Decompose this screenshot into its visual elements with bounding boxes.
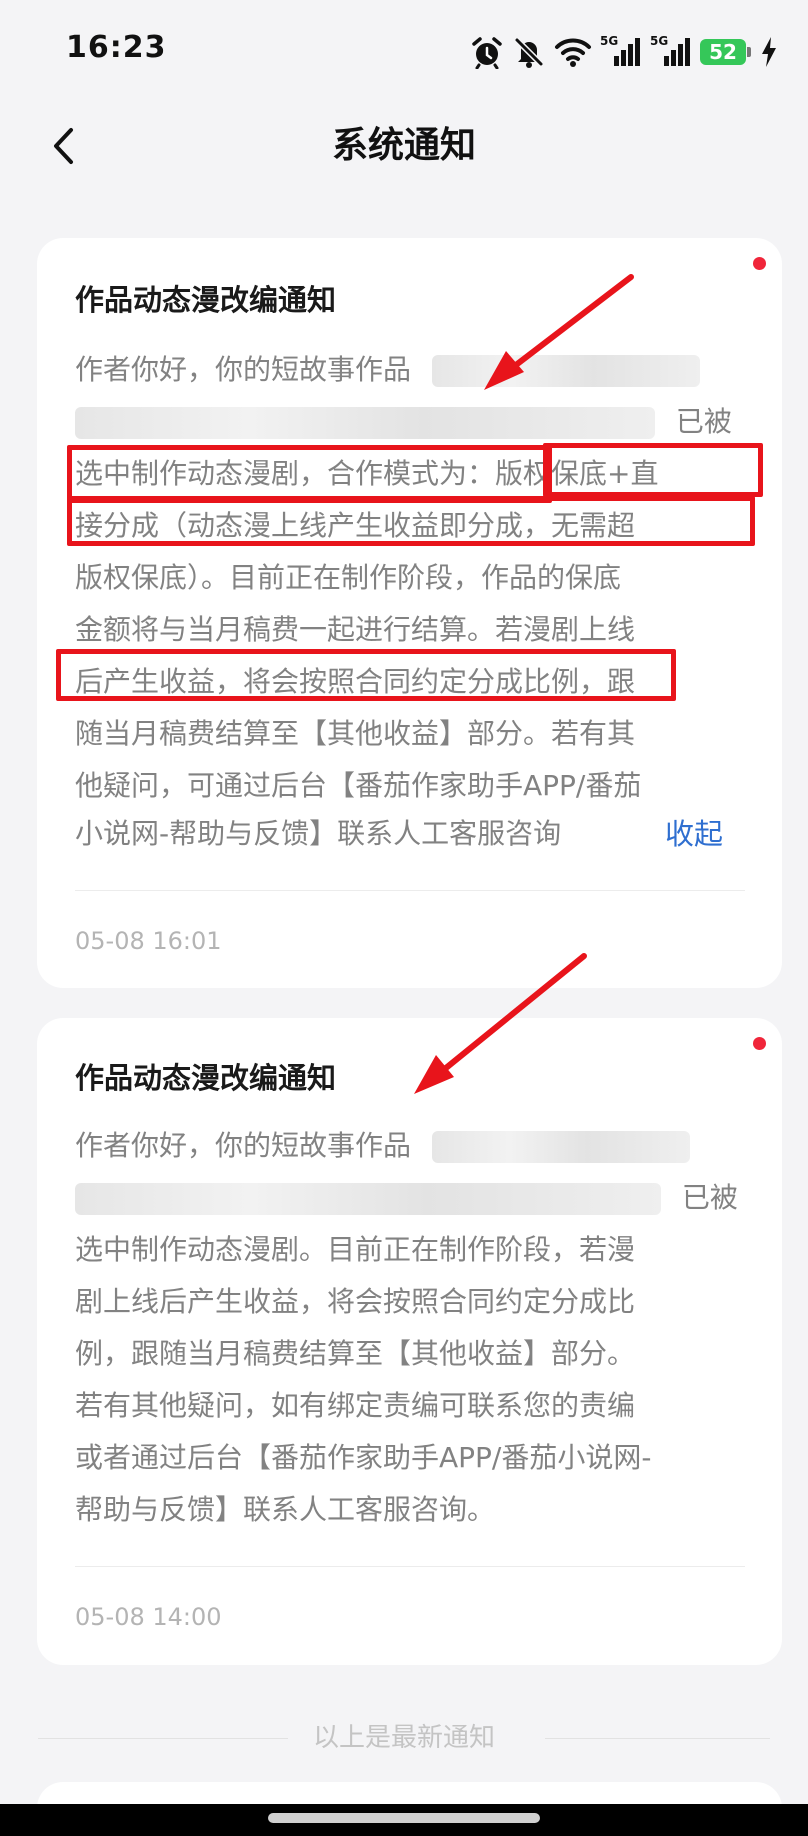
home-indicator[interactable] [268, 1813, 540, 1823]
list-footer: 以上是最新通知 [0, 1718, 808, 1758]
annotation-arrow [414, 274, 634, 1094]
screen: 16:23 5G 5G 52 系统通知 作品动态漫改编通知 作者你好，你的短故事… [0, 0, 808, 1836]
end-of-list-text: 以上是最新通知 [312, 1723, 495, 1753]
